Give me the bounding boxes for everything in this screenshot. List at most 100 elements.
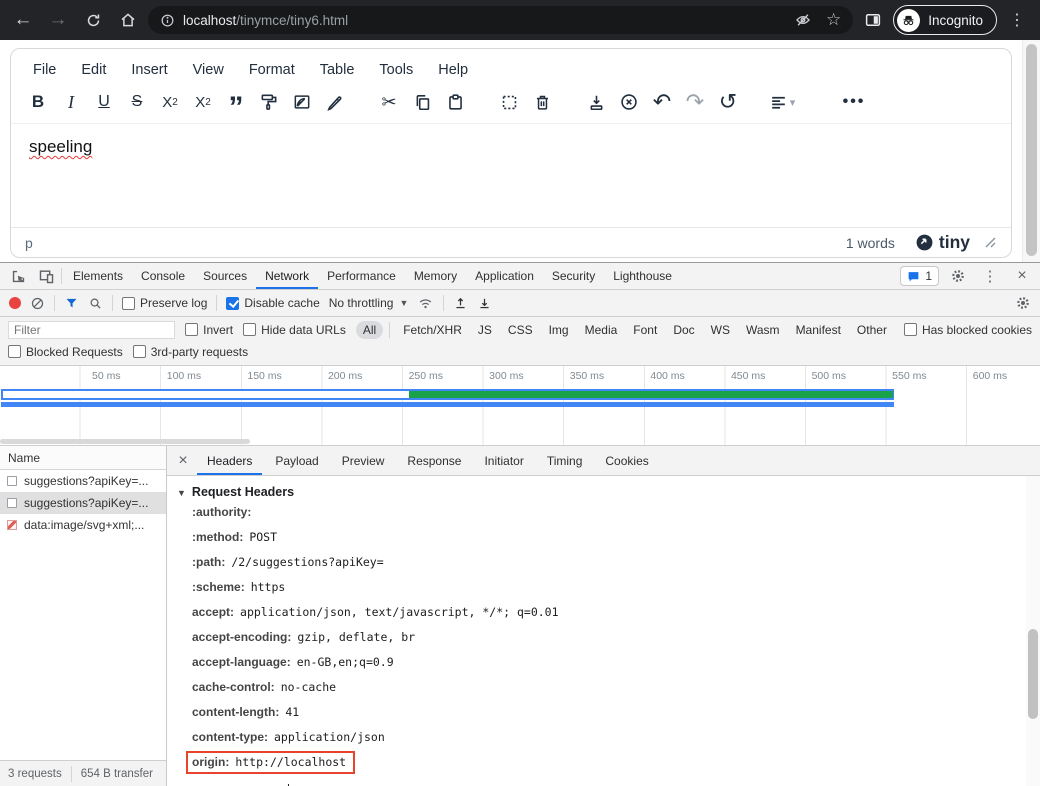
filter-funnel-icon[interactable] bbox=[64, 296, 79, 311]
devtools-tab-network[interactable]: Network bbox=[256, 263, 318, 289]
detail-tab-preview[interactable]: Preview bbox=[332, 446, 395, 475]
device-toolbar-icon[interactable] bbox=[33, 264, 59, 288]
disable-cache-checkbox[interactable]: Disable cache bbox=[226, 296, 319, 310]
italic-icon[interactable]: I bbox=[56, 87, 86, 117]
record-icon[interactable] bbox=[9, 297, 21, 309]
misspelled-word[interactable]: speeling bbox=[29, 137, 92, 156]
menu-format[interactable]: Format bbox=[239, 57, 305, 83]
blockquote-icon[interactable]: ” bbox=[221, 87, 251, 117]
detail-tab-initiator[interactable]: Initiator bbox=[474, 446, 533, 475]
menu-edit[interactable]: Edit bbox=[71, 57, 116, 83]
filter-type-manifest[interactable]: Manifest bbox=[789, 321, 848, 339]
detail-scrollbar-thumb[interactable] bbox=[1028, 629, 1038, 719]
import-har-icon[interactable] bbox=[453, 296, 468, 311]
page-scrollbar[interactable] bbox=[1022, 40, 1040, 262]
request-row[interactable]: data:image/svg+xml;... bbox=[0, 514, 166, 536]
subscript-icon[interactable]: X2 bbox=[155, 87, 185, 117]
network-settings-icon[interactable] bbox=[1015, 295, 1031, 311]
format-painter-icon[interactable] bbox=[254, 87, 284, 117]
undo-icon[interactable]: ↶ bbox=[647, 87, 677, 117]
align-left-icon[interactable]: ▾ bbox=[767, 87, 797, 117]
superscript-icon[interactable]: X2 bbox=[188, 87, 218, 117]
menu-tools[interactable]: Tools bbox=[369, 57, 423, 83]
cancel-icon[interactable] bbox=[614, 87, 644, 117]
menu-view[interactable]: View bbox=[183, 57, 234, 83]
filter-type-other[interactable]: Other bbox=[850, 321, 894, 339]
devtools-tab-elements[interactable]: Elements bbox=[64, 263, 132, 289]
back-icon[interactable]: ← bbox=[8, 5, 38, 35]
blocked-requests-checkbox[interactable]: Blocked Requests bbox=[8, 345, 123, 359]
paste-icon[interactable] bbox=[440, 87, 470, 117]
side-panel-icon[interactable] bbox=[858, 5, 888, 35]
request-row[interactable]: suggestions?apiKey=... bbox=[0, 492, 166, 514]
filter-type-img[interactable]: Img bbox=[542, 321, 576, 339]
detail-tab-payload[interactable]: Payload bbox=[265, 446, 328, 475]
incognito-badge[interactable]: Incognito bbox=[893, 5, 997, 35]
menu-file[interactable]: File bbox=[23, 57, 66, 83]
inspect-element-icon[interactable] bbox=[5, 264, 31, 288]
filter-type-ws[interactable]: WS bbox=[704, 321, 737, 339]
strikethrough-icon[interactable]: S bbox=[122, 87, 152, 117]
eye-blocked-icon[interactable] bbox=[794, 11, 812, 29]
resize-handle-icon[interactable] bbox=[984, 236, 997, 249]
devtools-tab-memory[interactable]: Memory bbox=[405, 263, 466, 289]
detail-tab-timing[interactable]: Timing bbox=[537, 446, 593, 475]
devtools-tab-application[interactable]: Application bbox=[466, 263, 543, 289]
underline-icon[interactable]: U bbox=[89, 87, 119, 117]
filter-type-font[interactable]: Font bbox=[626, 321, 664, 339]
bold-icon[interactable]: B bbox=[23, 87, 53, 117]
element-path[interactable]: p bbox=[25, 235, 33, 251]
filter-type-wasm[interactable]: Wasm bbox=[739, 321, 787, 339]
detail-tab-cookies[interactable]: Cookies bbox=[595, 446, 658, 475]
detail-tab-response[interactable]: Response bbox=[397, 446, 471, 475]
overview-scrollbar[interactable] bbox=[0, 439, 250, 444]
filter-type-doc[interactable]: Doc bbox=[666, 321, 701, 339]
throttling-dropdown[interactable]: No throttling ▼ bbox=[329, 296, 409, 310]
clear-icon[interactable] bbox=[30, 296, 45, 311]
filter-type-fetch-xhr[interactable]: Fetch/XHR bbox=[396, 321, 469, 339]
export-har-icon[interactable] bbox=[477, 296, 492, 311]
hide-data-urls-checkbox[interactable]: Hide data URLs bbox=[243, 323, 346, 337]
restore-draft-icon[interactable]: ↺ bbox=[713, 87, 743, 117]
has-blocked-cookies-checkbox[interactable]: Has blocked cookies bbox=[904, 323, 1032, 337]
more-toolbar-icon[interactable]: ••• bbox=[839, 87, 869, 117]
home-icon[interactable] bbox=[113, 5, 143, 35]
editor-content[interactable]: speeling bbox=[11, 123, 1011, 227]
filter-type-js[interactable]: JS bbox=[471, 321, 499, 339]
name-column-header[interactable]: Name bbox=[0, 446, 166, 470]
page-scrollbar-thumb[interactable] bbox=[1026, 44, 1037, 256]
network-conditions-icon[interactable] bbox=[417, 295, 434, 312]
devtools-tab-lighthouse[interactable]: Lighthouse bbox=[604, 263, 681, 289]
devtools-close-icon[interactable]: × bbox=[1009, 264, 1035, 288]
invert-checkbox[interactable]: Invert bbox=[185, 323, 233, 337]
network-overview-timeline[interactable]: 50 ms100 ms150 ms200 ms250 ms300 ms350 m… bbox=[0, 366, 1040, 446]
filter-type-media[interactable]: Media bbox=[578, 321, 625, 339]
forward-icon[interactable]: → bbox=[43, 5, 73, 35]
detail-scrollbar[interactable] bbox=[1026, 476, 1040, 786]
search-icon[interactable] bbox=[88, 296, 103, 311]
devtools-tab-performance[interactable]: Performance bbox=[318, 263, 405, 289]
issues-counter[interactable]: 1 bbox=[900, 266, 939, 286]
menu-table[interactable]: Table bbox=[310, 57, 365, 83]
third-party-requests-checkbox[interactable]: 3rd-party requests bbox=[133, 345, 248, 359]
devtools-tab-sources[interactable]: Sources bbox=[194, 263, 256, 289]
devtools-tab-security[interactable]: Security bbox=[543, 263, 604, 289]
address-bar[interactable]: localhost/tinymce/tiny6.html ☆ bbox=[148, 6, 853, 34]
close-detail-icon[interactable]: × bbox=[172, 452, 194, 470]
request-row[interactable]: suggestions?apiKey=... bbox=[0, 470, 166, 492]
preserve-log-checkbox[interactable]: Preserve log bbox=[122, 296, 207, 310]
devtools-tab-console[interactable]: Console bbox=[132, 263, 194, 289]
tiny-brand[interactable]: tiny bbox=[915, 232, 970, 253]
browser-menu-icon[interactable]: ⋮ bbox=[1002, 5, 1032, 35]
filter-type-css[interactable]: CSS bbox=[501, 321, 540, 339]
redo-icon[interactable]: ↷ bbox=[680, 87, 710, 117]
bookmark-star-icon[interactable]: ☆ bbox=[826, 10, 841, 30]
word-count[interactable]: 1 words bbox=[846, 235, 895, 251]
request-headers-section[interactable]: ▼ Request Headers bbox=[175, 485, 1020, 499]
devtools-menu-icon[interactable]: ⋮ bbox=[977, 264, 1003, 288]
filter-input[interactable] bbox=[8, 321, 175, 339]
permanent-pen-icon[interactable] bbox=[320, 87, 350, 117]
trash-icon[interactable] bbox=[527, 87, 557, 117]
reload-icon[interactable] bbox=[78, 5, 108, 35]
copy-icon[interactable] bbox=[407, 87, 437, 117]
